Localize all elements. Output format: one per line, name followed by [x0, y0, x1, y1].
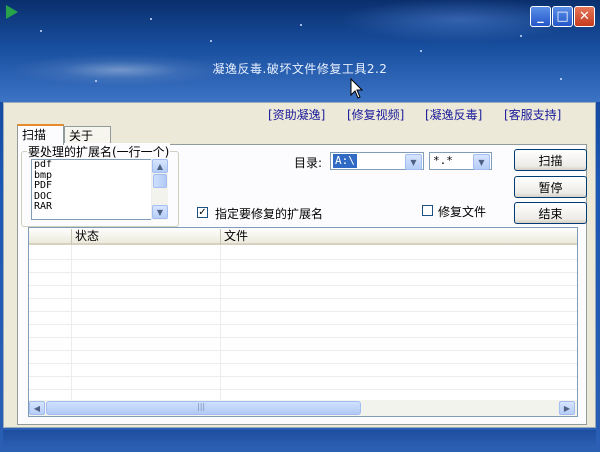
extension-textarea[interactable]: pdf bmp PDF DOC RAR: [31, 159, 168, 220]
extension-item: DOC: [34, 190, 53, 202]
scroll-up-icon: ▲: [156, 161, 164, 171]
table-row: [29, 273, 577, 286]
chevron-down-icon[interactable]: ▼: [405, 154, 422, 170]
scroll-up-button[interactable]: ▲: [152, 159, 168, 173]
horizontal-scrollbar[interactable]: ◀ ||| ▶: [29, 400, 577, 416]
table-row: [29, 312, 577, 325]
specify-extension-checkbox[interactable]: ✓: [197, 207, 208, 218]
table-row: [29, 377, 577, 390]
listview-header: 状态 文件: [29, 228, 577, 245]
scan-button[interactable]: 扫描: [514, 149, 587, 171]
table-row: [29, 325, 577, 338]
nav-link-repair-video[interactable]: [修复视频]: [347, 106, 404, 123]
scroll-grip-icon: |||: [197, 402, 206, 411]
extension-item: pdf: [34, 159, 53, 170]
chevron-down-icon[interactable]: ▼: [473, 154, 490, 170]
table-row: [29, 247, 577, 260]
repair-file-label: 修复文件: [438, 205, 487, 219]
extension-item: RAR: [34, 201, 53, 212]
close-icon: ✕: [579, 9, 590, 24]
scroll-thumb[interactable]: |||: [46, 401, 361, 415]
app-window: _ □ ✕ 凝逸反毒.破坏文件修复工具2.2 [资助凝逸] [修复视频] [凝逸…: [0, 0, 600, 452]
scroll-down-button[interactable]: ▼: [152, 205, 168, 219]
column-header-file[interactable]: 文件: [220, 229, 577, 244]
repair-file-checkbox[interactable]: [422, 205, 433, 216]
minimize-icon: _: [537, 9, 544, 24]
banner: [0, 0, 600, 102]
column-header-index[interactable]: [29, 229, 71, 244]
app-title: 凝逸反毒.破坏文件修复工具2.2: [212, 62, 388, 76]
results-listview[interactable]: 状态 文件 ◀ ||| ▶: [28, 227, 578, 417]
client-area: [资助凝逸] [修复视频] [凝逸反毒] [客服支持] 扫描 关于 要处理的扩展…: [3, 102, 596, 428]
end-button[interactable]: 结束: [514, 202, 587, 224]
file-filter-select[interactable]: *.* ▼: [429, 152, 492, 170]
close-button[interactable]: ✕: [574, 6, 595, 27]
table-row: [29, 338, 577, 351]
nav-link-support[interactable]: [客服支持]: [504, 106, 561, 123]
scroll-right-icon: ▶: [563, 403, 571, 413]
window-bottom-frame: [3, 430, 596, 448]
extension-group-title: 要处理的扩展名(一行一个): [27, 143, 171, 160]
extension-item: PDF: [34, 180, 53, 191]
table-row: [29, 351, 577, 364]
maximize-icon: □: [556, 9, 569, 24]
column-header-status[interactable]: 状态: [71, 229, 220, 244]
scroll-left-icon: ◀: [33, 403, 41, 413]
maximize-button[interactable]: □: [552, 6, 573, 27]
nav-link-antivirus[interactable]: [凝逸反毒]: [425, 106, 482, 123]
extension-item: bmp: [34, 169, 53, 181]
directory-label: 目录:: [294, 156, 323, 170]
specify-extension-label: 指定要修复的扩展名: [215, 207, 324, 221]
scroll-thumb[interactable]: [153, 174, 167, 188]
mouse-cursor-icon: [350, 78, 364, 99]
scroll-right-button[interactable]: ▶: [559, 401, 575, 415]
minimize-button[interactable]: _: [530, 6, 551, 27]
nav-link-sponsor[interactable]: [资助凝逸]: [268, 106, 325, 123]
file-filter-value: *.*: [433, 154, 453, 167]
app-icon: [6, 5, 18, 19]
directory-value: A:\: [333, 154, 357, 168]
extension-scrollbar[interactable]: ▲ ▼: [151, 159, 168, 220]
table-row: [29, 286, 577, 299]
table-row: [29, 364, 577, 377]
table-row: [29, 260, 577, 273]
pause-button[interactable]: 暂停: [514, 176, 587, 198]
scroll-left-button[interactable]: ◀: [29, 401, 45, 415]
directory-select[interactable]: A:\ ▼: [330, 152, 424, 170]
table-row: [29, 299, 577, 312]
scroll-down-icon: ▼: [156, 207, 164, 217]
tab-scan[interactable]: 扫描: [17, 124, 64, 145]
